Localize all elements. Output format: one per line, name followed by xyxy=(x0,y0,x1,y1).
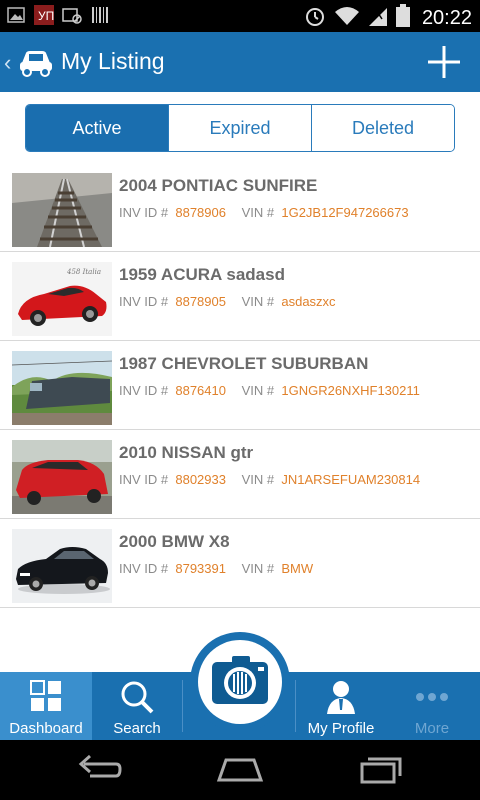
inv-id: 8878905 xyxy=(175,294,226,309)
home-icon[interactable] xyxy=(216,754,264,789)
add-listing-button[interactable] xyxy=(426,44,462,80)
listing-row[interactable]: 2000 BMW X8 INV ID # 8793391 VIN # BMW xyxy=(0,519,480,608)
camera-button-face xyxy=(198,640,282,724)
battery-icon xyxy=(395,4,410,33)
vin-label: VIN # xyxy=(241,205,275,220)
svg-text:УП: УП xyxy=(38,9,54,23)
inv-id: 8876410 xyxy=(175,383,226,398)
more-dots-icon xyxy=(415,680,449,706)
camera-icon xyxy=(212,656,268,704)
profile-icon xyxy=(326,680,356,718)
listing-meta: INV ID # 8878906 VIN # 1G2JB12F947266673 xyxy=(119,205,409,220)
tab-expired[interactable]: Expired xyxy=(169,105,312,151)
inv-label: INV ID # xyxy=(119,294,169,309)
app-bar: ‹ My Listing xyxy=(0,32,480,92)
plus-icon xyxy=(428,46,460,78)
listing-thumbnail xyxy=(12,529,112,603)
inv-label: INV ID # xyxy=(119,561,169,576)
tab-deleted[interactable]: Deleted xyxy=(312,105,454,151)
listing-row[interactable]: 458 Italia 1959 ACURA sadasd INV ID # 88… xyxy=(0,252,480,341)
clock: 20:22 xyxy=(421,7,472,29)
nav-search-label: Search xyxy=(113,720,161,737)
inv-label: INV ID # xyxy=(119,383,169,398)
listing-meta: INV ID # 8878905 VIN # asdaszxc xyxy=(119,294,336,309)
tab-active[interactable]: Active xyxy=(26,105,169,151)
sync-off-icon xyxy=(62,5,82,25)
vin-label: VIN # xyxy=(241,294,275,309)
nav-search[interactable]: Search xyxy=(92,672,182,740)
nav-my-profile[interactable]: My Profile xyxy=(296,672,386,740)
listing-title: 1959 ACURA sadasd xyxy=(119,265,285,284)
listing-thumbnail xyxy=(12,351,112,425)
listing-row[interactable]: 1987 CHEVROLET SUBURBAN INV ID # 8876410… xyxy=(0,341,480,430)
listing-row[interactable]: 2004 PONTIAC SUNFIRE INV ID # 8878906 VI… xyxy=(0,163,480,252)
listing-meta: INV ID # 8876410 VIN # 1GNGR26NXHF130211 xyxy=(119,383,420,398)
nav-more-label: More xyxy=(414,720,450,737)
vin-label: VIN # xyxy=(241,472,275,487)
recent-apps-icon[interactable] xyxy=(360,754,404,789)
vin-value: 1GNGR26NXHF130211 xyxy=(281,383,420,398)
inv-id: 8802933 xyxy=(175,472,226,487)
status-bar: УП 20:22 xyxy=(0,0,480,32)
back-icon[interactable] xyxy=(78,754,122,789)
listing-title: 2000 BMW X8 xyxy=(119,532,230,551)
back-chevron-icon[interactable]: ‹ xyxy=(4,50,11,76)
listing-row[interactable]: 2010 NISSAN gtr INV ID # 8802933 VIN # J… xyxy=(0,430,480,519)
signal-icon xyxy=(368,5,388,32)
listing-title: 2004 PONTIAC SUNFIRE xyxy=(119,176,318,195)
vin-label: VIN # xyxy=(241,561,275,576)
listing-status-tabs: Active Expired Deleted xyxy=(25,104,455,152)
listing-title: 2010 NISSAN gtr xyxy=(119,443,254,462)
vin-value: JN1ARSEFUAM230814 xyxy=(281,472,421,487)
system-nav-bar xyxy=(0,740,480,800)
inv-id: 8878906 xyxy=(175,205,226,220)
listing-thumbnail xyxy=(12,173,112,247)
svg-text:458 Italia: 458 Italia xyxy=(66,268,101,276)
inv-label: INV ID # xyxy=(119,205,169,220)
listing-meta: INV ID # 8793391 VIN # BMW xyxy=(119,561,313,576)
dashboard-icon xyxy=(30,680,62,716)
listing-title: 1987 CHEVROLET SUBURBAN xyxy=(119,354,369,373)
car-logo-icon[interactable] xyxy=(18,45,54,79)
alarm-icon xyxy=(304,5,326,32)
search-icon xyxy=(120,680,154,718)
listing-meta: INV ID # 8802933 VIN # JN1ARSEFUAM230814 xyxy=(119,472,420,487)
vin-value: BMW xyxy=(281,561,314,576)
page-title: My Listing xyxy=(61,48,165,74)
nav-dashboard-label: Dashboard xyxy=(9,720,83,737)
nav-my-profile-label: My Profile xyxy=(307,720,375,737)
inv-label: INV ID # xyxy=(119,472,169,487)
nav-more[interactable]: More xyxy=(386,672,478,740)
inv-id: 8793391 xyxy=(175,561,226,576)
listing-list: 2004 PONTIAC SUNFIRE INV ID # 8878906 VI… xyxy=(0,163,480,608)
camera-button[interactable] xyxy=(190,632,290,732)
image-notification-icon xyxy=(6,5,26,25)
nav-dashboard[interactable]: Dashboard xyxy=(0,672,92,740)
listing-thumbnail: 458 Italia xyxy=(12,262,112,336)
barcode-icon xyxy=(90,5,110,25)
app-notification-icon: УП xyxy=(34,5,54,25)
listing-thumbnail xyxy=(12,440,112,514)
vin-value: asdaszxc xyxy=(281,294,336,309)
vin-label: VIN # xyxy=(241,383,275,398)
vin-value: 1G2JB12F947266673 xyxy=(281,205,409,220)
wifi-icon xyxy=(334,5,360,32)
